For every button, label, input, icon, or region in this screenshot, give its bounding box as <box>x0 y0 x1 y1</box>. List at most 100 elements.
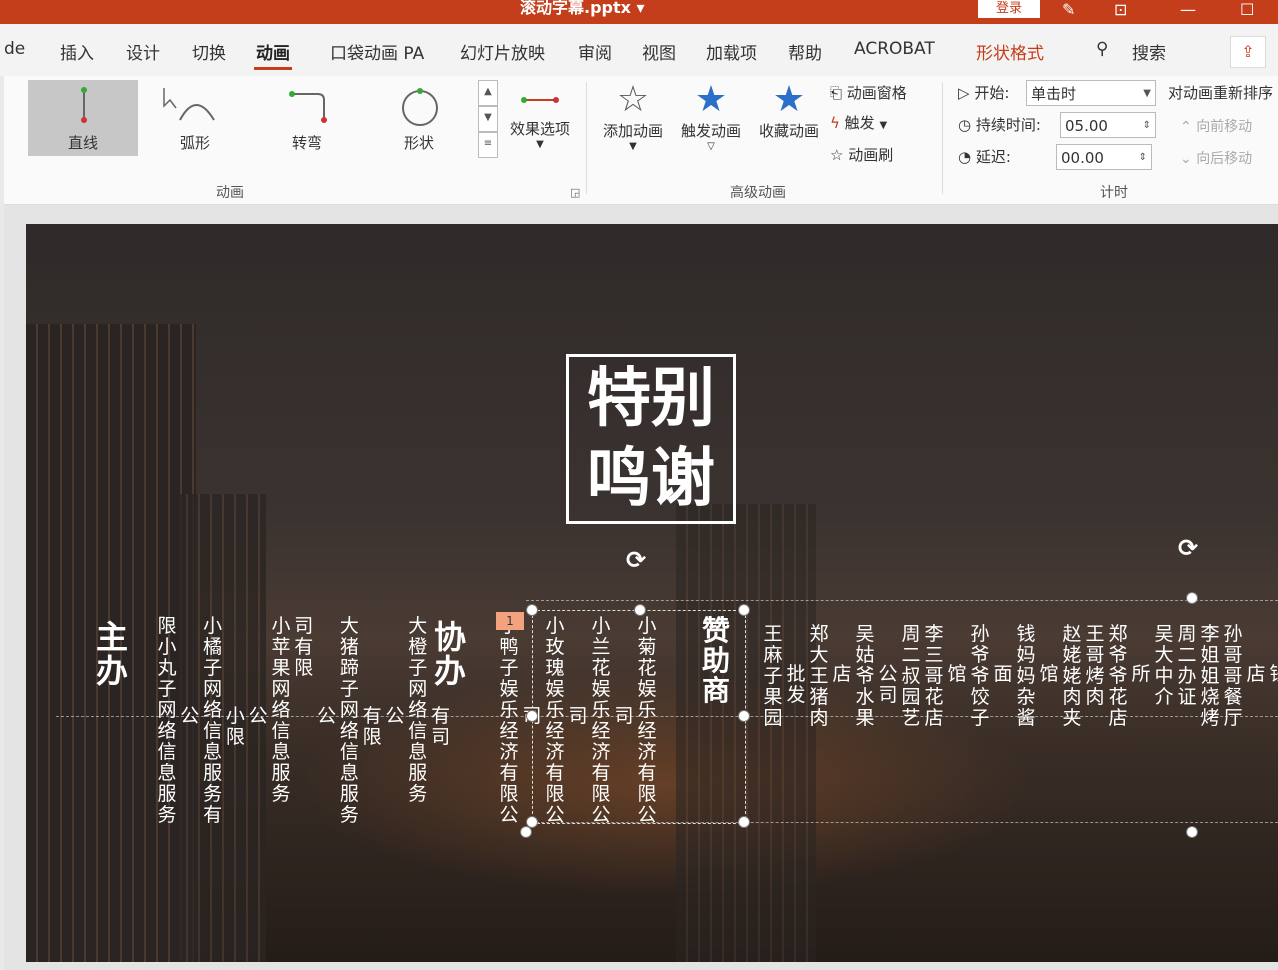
spinner-arrows-icon[interactable]: ⇕ <box>1139 145 1147 171</box>
effect-options-label: 效果选项 <box>509 120 570 138</box>
gallery-scroll-up[interactable]: ▲ <box>478 80 498 106</box>
motion-path-shape[interactable]: 形状 <box>364 80 474 156</box>
duration-spinner[interactable]: 05.00 ⇕ <box>1060 112 1156 138</box>
credit-column: 店 <box>832 663 852 685</box>
credit-column: 公 <box>180 705 200 727</box>
credit-column: 公 <box>248 705 268 727</box>
credit-column: 公司 <box>878 663 898 706</box>
gallery-label: 转弯 <box>291 134 322 152</box>
search-label[interactable]: 搜索 <box>1132 39 1166 64</box>
resize-handle[interactable] <box>634 604 646 616</box>
effect-options-button[interactable]: 效果选项 ▼ <box>504 84 576 150</box>
gallery-label: 形状 <box>403 134 434 152</box>
animation-pane-label: 动画窗格 <box>846 84 907 102</box>
star-cloud-icon: ★ <box>772 79 806 120</box>
move-earlier-button[interactable]: ⌃ 向前移动 <box>1180 116 1252 136</box>
credit-column: 面 <box>993 663 1013 685</box>
dialog-launcher-icon[interactable]: ◲ <box>570 186 580 199</box>
lightning-icon: ϟ <box>830 114 845 132</box>
animation-painter-label: 动画刷 <box>848 146 894 164</box>
gallery-more[interactable]: ≡ <box>478 132 498 158</box>
tab-insert[interactable]: 插入 <box>60 39 94 64</box>
resize-handle[interactable] <box>520 826 532 838</box>
tab-transitions[interactable]: 切换 <box>192 39 226 64</box>
tab-home-partial[interactable]: de <box>4 39 25 59</box>
resize-handle[interactable] <box>526 710 538 722</box>
guide-line <box>526 600 1278 601</box>
window-title[interactable]: 滚动字幕.pptx ▾ <box>520 0 645 18</box>
tab-acrobat[interactable]: ACROBAT <box>854 39 935 59</box>
credit-column: 馆 <box>1039 663 1059 685</box>
tab-design[interactable]: 设计 <box>126 39 160 64</box>
tab-animations[interactable]: 动画 <box>254 39 292 70</box>
star-cursor-icon: ★ <box>694 79 728 120</box>
spinner-arrows-icon[interactable]: ⇕ <box>1143 113 1151 139</box>
login-button[interactable]: 登录 <box>978 0 1040 18</box>
menu-bar: de 插入 设计 切换 动画 口袋动画 PA 幻灯片放映 审阅 视图 加载项 帮… <box>0 24 1278 76</box>
star-outline-icon: ☆ <box>616 79 650 120</box>
motion-path-turn[interactable]: 转弯 <box>252 80 362 156</box>
resize-handle[interactable] <box>1186 826 1198 838</box>
credit-column: 批发 <box>786 663 806 706</box>
trigger-button[interactable]: ϟ 触发 ▼ <box>830 112 887 133</box>
start-label: ▷ 开始: <box>958 84 1010 102</box>
trigger-animation-button[interactable]: ★ 触发动画 ▽ <box>674 79 748 153</box>
minimize-icon[interactable]: — <box>1180 0 1196 19</box>
pen-icon[interactable]: ✎ <box>1062 0 1075 19</box>
line-path-icon <box>81 87 87 123</box>
gallery-label: 弧形 <box>179 134 210 152</box>
painter-icon: ☆ <box>830 146 849 164</box>
resize-handle[interactable] <box>1186 592 1198 604</box>
credit-column: 司有限 <box>294 615 314 679</box>
selection-box[interactable] <box>532 610 746 824</box>
chevron-up-icon: ⌃ <box>1180 119 1197 135</box>
resize-handle[interactable] <box>738 710 750 722</box>
tab-addins[interactable]: 加载项 <box>706 39 757 64</box>
clock-icon: ◷ <box>958 116 976 134</box>
animation-painter-button[interactable]: ☆ 动画刷 <box>830 144 893 165</box>
resize-handle[interactable] <box>526 604 538 616</box>
gallery-scroll-down[interactable]: ▼ <box>478 106 498 132</box>
favorite-animation-label: 收藏动画 <box>758 122 819 140</box>
tab-help[interactable]: 帮助 <box>788 39 822 64</box>
delay-spinner[interactable]: 00.00 ⇕ <box>1056 144 1152 170</box>
slide-canvas[interactable]: 特别 鸣谢 主办 限小丸子网络信息服务公小橘子网络信息服务有 小限公小苹果网络信息… <box>26 224 1278 962</box>
search-icon[interactable]: ⚲ <box>1096 39 1108 59</box>
motion-path-arc[interactable]: 弧形 <box>140 80 250 156</box>
tab-view[interactable]: 视图 <box>642 39 676 64</box>
delay-label: ◔ 延迟: <box>958 148 1011 166</box>
credit-column: 吴姑爷水果 <box>855 623 875 729</box>
trigger-animation-label: 触发动画 <box>680 122 741 140</box>
animation-order-badge[interactable]: 1 <box>496 612 524 630</box>
resize-handle[interactable] <box>738 604 750 616</box>
tab-review[interactable]: 审阅 <box>578 39 612 64</box>
ribbon: 直线 弧形 转弯 形状 ▲ ▼ ≡ 效果选项 ▼ 动画 ◲ ☆ 添加动画 ▼ ★… <box>4 76 1278 205</box>
favorite-animation-button[interactable]: ★ 收藏动画 <box>752 80 826 141</box>
rotate-handle-icon[interactable]: ⟳ <box>626 546 646 574</box>
credit-column: 小苹果网络信息服务 <box>271 615 291 805</box>
maximize-icon[interactable]: ☐ <box>1240 0 1254 19</box>
resize-handle[interactable] <box>738 816 750 828</box>
credit-column: 王哥烤肉 <box>1085 623 1105 708</box>
tab-pocket-animation[interactable]: 口袋动画 PA <box>330 39 424 64</box>
start-dropdown[interactable]: 单击时 ▼ <box>1026 80 1156 106</box>
motion-path-line[interactable]: 直线 <box>28 80 138 156</box>
title-bar: 滚动字幕.pptx ▾ 登录 ✎ ⊡ — ☐ <box>0 0 1278 24</box>
reorder-title: 对动画重新排序 <box>1168 84 1274 102</box>
title-box[interactable]: 特别 鸣谢 <box>566 354 736 524</box>
add-animation-button[interactable]: ☆ 添加动画 ▼ <box>596 79 670 153</box>
ribbon-display-icon[interactable]: ⊡ <box>1114 0 1127 19</box>
share-icon[interactable]: ⇪ <box>1230 36 1266 68</box>
credit-column: 所 <box>1131 663 1151 685</box>
trigger-label: 触发 <box>844 114 875 132</box>
credit-column: 李姐姐烧烤 <box>1200 623 1220 729</box>
rotate-handle-icon[interactable]: ⟳ <box>1178 534 1198 562</box>
tab-shape-format[interactable]: 形状格式 <box>976 39 1044 64</box>
credit-column: 钱 <box>1268 664 1278 685</box>
credit-column: 有限 <box>362 705 382 748</box>
credit-column: 小限 <box>225 705 245 748</box>
credit-column: 有司 <box>431 705 451 748</box>
move-later-button[interactable]: ⌄ 向后移动 <box>1180 148 1252 168</box>
animation-pane-button[interactable]: ⎗ 动画窗格 <box>830 82 907 103</box>
tab-slideshow[interactable]: 幻灯片放映 <box>460 39 545 64</box>
